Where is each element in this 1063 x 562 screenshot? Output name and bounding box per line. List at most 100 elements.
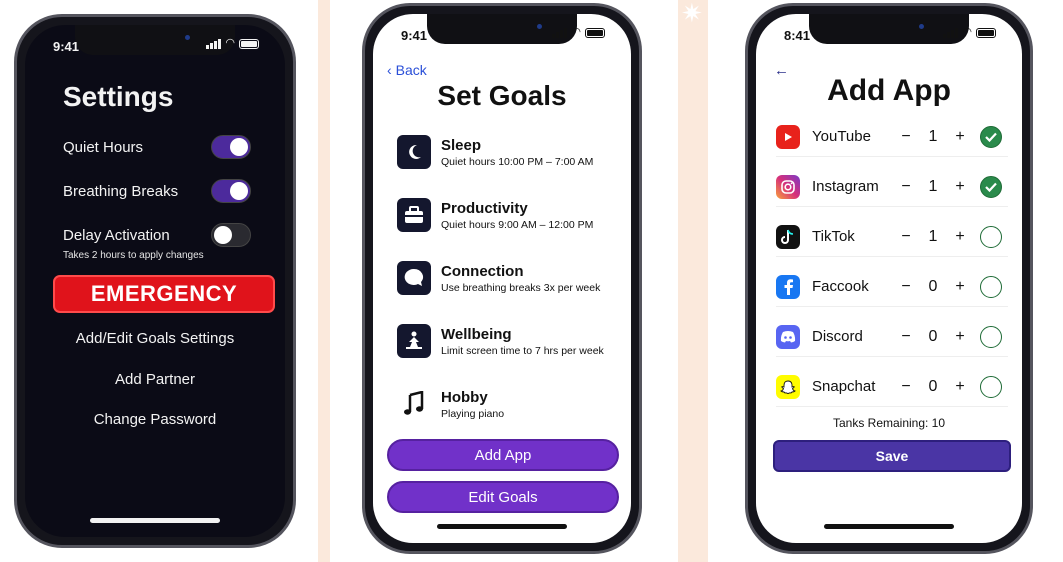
decrement-button[interactable]: − (900, 278, 912, 296)
app-name: Faccook (812, 278, 869, 295)
add-app-screen: 8:41 ◠ ← Add App YouTube − 1 + Instagram… (756, 14, 1022, 543)
goal-item-wellbeing[interactable]: Wellbeing Limit screen time to 7 hrs per… (397, 324, 604, 358)
toggle-row-breathing-breaks: Breathing Breaks (63, 179, 251, 203)
select-checkbox[interactable] (980, 125, 1002, 148)
wifi-icon: ◠ (571, 26, 581, 38)
page-title: Set Goals (437, 80, 567, 111)
add-app-phone: 8:41 ◠ ← Add App YouTube − 1 + Instagram… (745, 3, 1033, 554)
increment-button[interactable]: + (954, 178, 966, 196)
briefcase-icon (397, 198, 431, 232)
app-row-discord: Discord − 0 + (776, 317, 1008, 357)
increment-button[interactable]: + (954, 228, 966, 246)
decrement-button[interactable]: − (900, 328, 912, 346)
emergency-button[interactable]: EMERGENCY (53, 275, 275, 313)
app-row-instagram: Instagram − 1 + (776, 167, 1008, 207)
youtube-icon (776, 124, 800, 149)
decrement-button[interactable]: − (900, 128, 912, 146)
quantity-value: 0 (928, 377, 938, 395)
home-indicator[interactable] (824, 524, 954, 529)
decrement-button[interactable]: − (900, 378, 912, 396)
settings-screen: 9:41 ◠ Settings Quiet Hours Breathing Br… (25, 25, 285, 537)
snapchat-icon (776, 374, 800, 399)
back-label: Back (395, 62, 427, 78)
signal-icon (943, 27, 959, 38)
signal-icon (206, 38, 222, 49)
toggle-row-delay-activation: Delay Activation (63, 223, 251, 247)
home-indicator[interactable] (90, 518, 220, 523)
goal-item-hobby[interactable]: Hobby Playing piano (397, 387, 504, 421)
wifi-icon: ◠ (225, 37, 235, 49)
increment-button[interactable]: + (954, 128, 966, 146)
add-partner-link[interactable]: Add Partner (25, 371, 285, 388)
increment-button[interactable]: + (954, 328, 966, 346)
quantity-value: 1 (928, 227, 938, 245)
change-password-link[interactable]: Change Password (25, 411, 285, 428)
checkmark-icon (985, 182, 997, 192)
app-row-youtube: YouTube − 1 + (776, 117, 1008, 157)
toggle-label: Delay Activation (63, 226, 170, 244)
select-checkbox[interactable] (980, 275, 1002, 298)
tiktok-icon (776, 224, 800, 249)
goal-subtitle: Quiet hours 10:00 PM – 7:00 AM (441, 155, 594, 168)
quantity-stepper: − 0 + (900, 328, 966, 346)
edit-goals-button[interactable]: Edit Goals (387, 481, 619, 513)
decrement-button[interactable]: − (900, 228, 912, 246)
decrement-button[interactable]: − (900, 178, 912, 196)
app-name: Instagram (812, 178, 879, 195)
status-icons: ◠ (943, 27, 996, 38)
app-row-snapchat: Snapchat − 0 + (776, 367, 1008, 407)
select-checkbox[interactable] (980, 225, 1002, 248)
toggle-label: Breathing Breaks (63, 182, 179, 200)
battery-icon (976, 27, 996, 38)
breathing-breaks-toggle[interactable] (211, 179, 251, 203)
delay-hint: Takes 2 hours to apply changes (63, 250, 204, 261)
battery-icon (585, 27, 605, 38)
save-button[interactable]: Save (773, 440, 1011, 472)
quantity-stepper: − 0 + (900, 278, 966, 296)
add-app-button[interactable]: Add App (387, 439, 619, 471)
goal-title: Hobby (441, 388, 488, 406)
add-edit-goals-link[interactable]: Add/Edit Goals Settings (25, 330, 285, 347)
back-button[interactable]: ‹ Back (387, 62, 427, 78)
app-row-facebook: Faccook − 0 + (776, 267, 1008, 307)
home-indicator[interactable] (437, 524, 567, 529)
status-time: 8:41 (784, 28, 811, 43)
chat-bubble-icon (397, 261, 431, 295)
checkmark-icon (985, 132, 997, 142)
increment-button[interactable]: + (954, 278, 966, 296)
goal-title: Wellbeing (441, 325, 512, 343)
select-checkbox[interactable] (980, 375, 1002, 398)
quantity-stepper: − 1 + (900, 128, 966, 146)
goal-item-productivity[interactable]: Productivity Quiet hours 9:00 AM – 12:00… (397, 198, 593, 232)
delay-activation-toggle[interactable] (211, 223, 251, 247)
select-checkbox[interactable] (980, 325, 1002, 348)
sparkle-icon: ✷ (681, 0, 703, 28)
app-name: YouTube (812, 128, 871, 145)
background-strip-right (678, 0, 708, 562)
increment-button[interactable]: + (954, 378, 966, 396)
goal-title: Productivity (441, 199, 528, 217)
goal-title: Sleep (441, 136, 482, 154)
app-name: Snapchat (812, 378, 876, 395)
goal-item-connection[interactable]: Connection Use breathing breaks 3x per w… (397, 261, 600, 295)
quantity-stepper: − 1 + (900, 178, 966, 196)
quiet-hours-toggle[interactable] (211, 135, 251, 159)
instagram-icon (776, 174, 800, 199)
goal-subtitle: Quiet hours 9:00 AM – 12:00 PM (441, 218, 594, 231)
facebook-icon (776, 274, 800, 299)
chevron-left-icon: ‹ (387, 62, 392, 78)
goal-item-sleep[interactable]: Sleep Quiet hours 10:00 PM – 7:00 AM (397, 135, 593, 169)
quantity-value: 1 (928, 177, 938, 195)
status-time: 9:41 (401, 28, 428, 43)
goals-screen: 9:41 ◠ ‹ Back Set Goals Sleep Quiet hour… (373, 14, 631, 543)
toggle-label: Quiet Hours (63, 138, 144, 156)
goal-subtitle: Playing piano (441, 407, 505, 420)
battery-icon (239, 38, 259, 49)
app-name: Discord (812, 328, 863, 345)
app-name: TikTok (812, 228, 855, 245)
page-title: Settings (63, 81, 174, 112)
wifi-icon: ◠ (962, 26, 972, 38)
status-time: 9:41 (53, 39, 80, 54)
select-checkbox[interactable] (980, 175, 1002, 198)
goal-subtitle: Use breathing breaks 3x per week (441, 281, 601, 294)
